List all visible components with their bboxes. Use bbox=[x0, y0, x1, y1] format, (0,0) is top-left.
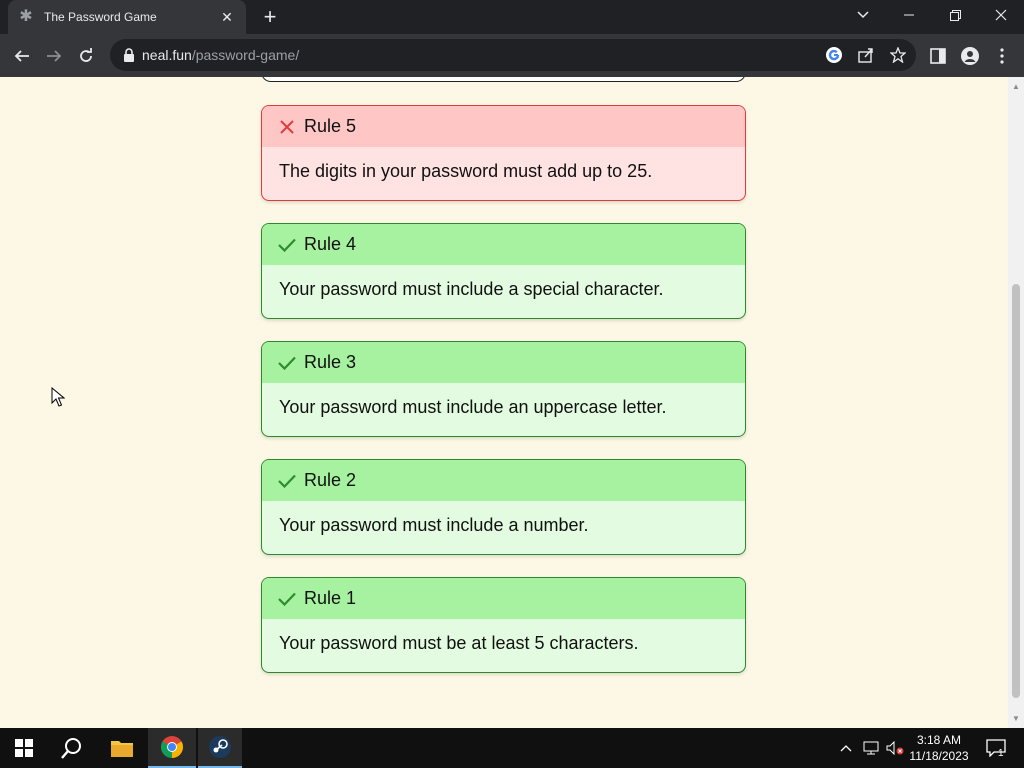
steam-taskbar-icon[interactable] bbox=[198, 728, 242, 768]
google-lens-icon[interactable] bbox=[824, 45, 844, 65]
chrome-taskbar-icon[interactable] bbox=[148, 728, 196, 768]
forward-button[interactable] bbox=[40, 42, 68, 70]
rule-header: Rule 2 bbox=[262, 460, 745, 501]
clock-time: 3:18 AM bbox=[916, 733, 962, 747]
rule-5-card: Rule 5 The digits in your password must … bbox=[261, 105, 746, 201]
rule-description: Your password must include a number. bbox=[279, 515, 589, 535]
rule-title: Rule 5 bbox=[304, 116, 357, 136]
profile-avatar-icon[interactable] bbox=[956, 42, 984, 70]
rule-title: Rule 2 bbox=[304, 470, 357, 490]
scroll-down-arrow-icon[interactable]: ▼ bbox=[1012, 715, 1020, 723]
new-tab-button[interactable]: + bbox=[258, 4, 282, 29]
windows-taskbar: 3:18 AM 11/18/2023 1 bbox=[0, 728, 1024, 768]
checkmark-icon bbox=[278, 236, 296, 254]
back-button[interactable] bbox=[8, 42, 36, 70]
rule-header: Rule 5 bbox=[262, 106, 745, 147]
close-tab-icon[interactable]: ✕ bbox=[218, 8, 236, 26]
browser-toolbar: neal.fun/password-game/ bbox=[0, 34, 1024, 77]
page-content: Rule 5 The digits in your password must … bbox=[0, 77, 1008, 728]
checkmark-icon bbox=[278, 354, 296, 372]
vertical-scrollbar[interactable]: ▲ ▼ bbox=[1008, 77, 1024, 728]
rule-title: Rule 3 bbox=[304, 352, 357, 372]
minimize-button[interactable] bbox=[886, 0, 932, 30]
rule-description: Your password must include a special cha… bbox=[279, 279, 664, 299]
rule-header: Rule 3 bbox=[262, 342, 745, 383]
scrollbar-thumb[interactable] bbox=[1012, 284, 1020, 698]
rule-description: Your password must be at least 5 charact… bbox=[279, 633, 639, 653]
asterisk-favicon-icon: ✱ bbox=[19, 8, 33, 25]
rule-4-card: Rule 4 Your password must include a spec… bbox=[261, 223, 746, 319]
start-button[interactable] bbox=[0, 728, 48, 768]
bookmark-star-icon[interactable] bbox=[888, 45, 908, 65]
mouse-cursor-icon bbox=[51, 387, 65, 407]
notification-center-icon[interactable]: 1 bbox=[976, 728, 1016, 768]
share-icon[interactable] bbox=[856, 45, 876, 65]
rule-description: Your password must include an uppercase … bbox=[279, 397, 667, 417]
menu-kebab-icon[interactable] bbox=[988, 42, 1016, 70]
rule-1-card: Rule 1 Your password must be at least 5 … bbox=[261, 577, 746, 673]
rule-title: Rule 4 bbox=[304, 234, 357, 254]
clock[interactable]: 3:18 AM 11/18/2023 bbox=[908, 728, 970, 768]
tab-strip: ✱ The Password Game ✕ + bbox=[0, 0, 1024, 34]
rule-header: Rule 4 bbox=[262, 224, 745, 265]
rule-2-card: Rule 2 Your password must include a numb… bbox=[261, 459, 746, 555]
url-text: neal.fun/password-game/ bbox=[142, 47, 300, 63]
rule-header: Rule 1 bbox=[262, 578, 745, 619]
rule-title: Rule 1 bbox=[304, 588, 357, 608]
side-panel-icon[interactable] bbox=[924, 42, 952, 70]
address-bar[interactable]: neal.fun/password-game/ bbox=[110, 39, 916, 71]
clock-date: 11/18/2023 bbox=[909, 749, 969, 763]
network-icon[interactable] bbox=[860, 728, 882, 768]
scroll-up-arrow-icon[interactable]: ▲ bbox=[1012, 83, 1020, 91]
show-hidden-icons-chevron-icon[interactable] bbox=[836, 728, 856, 768]
tab-title: The Password Game bbox=[44, 10, 157, 24]
rule-description: The digits in your password must add up … bbox=[279, 161, 653, 181]
volume-muted-icon[interactable] bbox=[884, 728, 906, 768]
close-window-button[interactable] bbox=[978, 0, 1024, 30]
browser-tab[interactable]: ✱ The Password Game ✕ bbox=[8, 0, 246, 34]
password-box-bottom-edge bbox=[261, 77, 746, 82]
reload-button[interactable] bbox=[72, 42, 100, 70]
checkmark-icon bbox=[278, 590, 296, 608]
lock-icon[interactable] bbox=[122, 48, 136, 62]
file-explorer-icon[interactable] bbox=[98, 728, 146, 768]
tab-search-icon[interactable] bbox=[840, 0, 886, 30]
notification-count: 1 bbox=[998, 748, 1004, 759]
rule-3-card: Rule 3 Your password must include an upp… bbox=[261, 341, 746, 437]
restore-button[interactable] bbox=[932, 0, 978, 30]
checkmark-icon bbox=[278, 472, 296, 490]
search-icon[interactable] bbox=[48, 728, 96, 768]
x-fail-icon bbox=[278, 118, 296, 136]
